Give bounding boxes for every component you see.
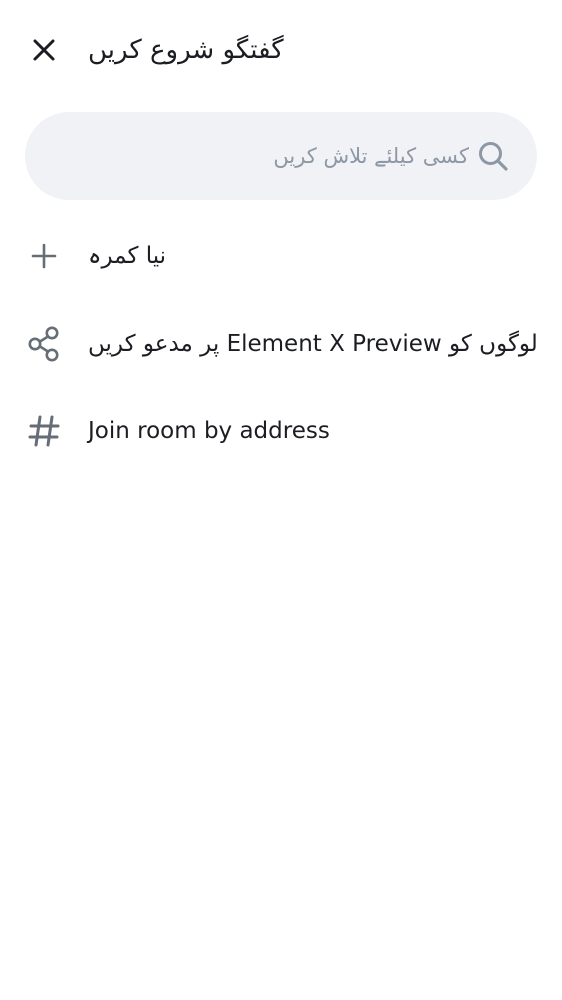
search-input[interactable] [49, 112, 469, 200]
plus-icon [24, 236, 64, 276]
new-room-label: نیا کمرہ [88, 243, 167, 269]
start-chat-screen: گفتگو شروع کریں نیا کمرہ لوگوں کو Elemen [0, 0, 562, 1000]
join-by-address-label: Join room by address [88, 418, 330, 444]
page-title: گفتگو شروع کریں [88, 35, 284, 65]
search-icon [479, 142, 508, 171]
invite-people-label: لوگوں کو Element X Preview پر مدعو کریں [88, 331, 538, 357]
close-button[interactable] [20, 26, 68, 74]
hash-icon [24, 411, 64, 451]
join-by-address-item[interactable]: Join room by address [0, 395, 562, 467]
share-icon [24, 324, 64, 364]
invite-people-item[interactable]: لوگوں کو Element X Preview پر مدعو کریں [0, 308, 562, 380]
top-app-bar: گفتگو شروع کریں [0, 0, 562, 100]
new-room-item[interactable]: نیا کمرہ [0, 220, 562, 292]
close-icon [33, 39, 55, 61]
search-bar[interactable] [25, 112, 537, 200]
